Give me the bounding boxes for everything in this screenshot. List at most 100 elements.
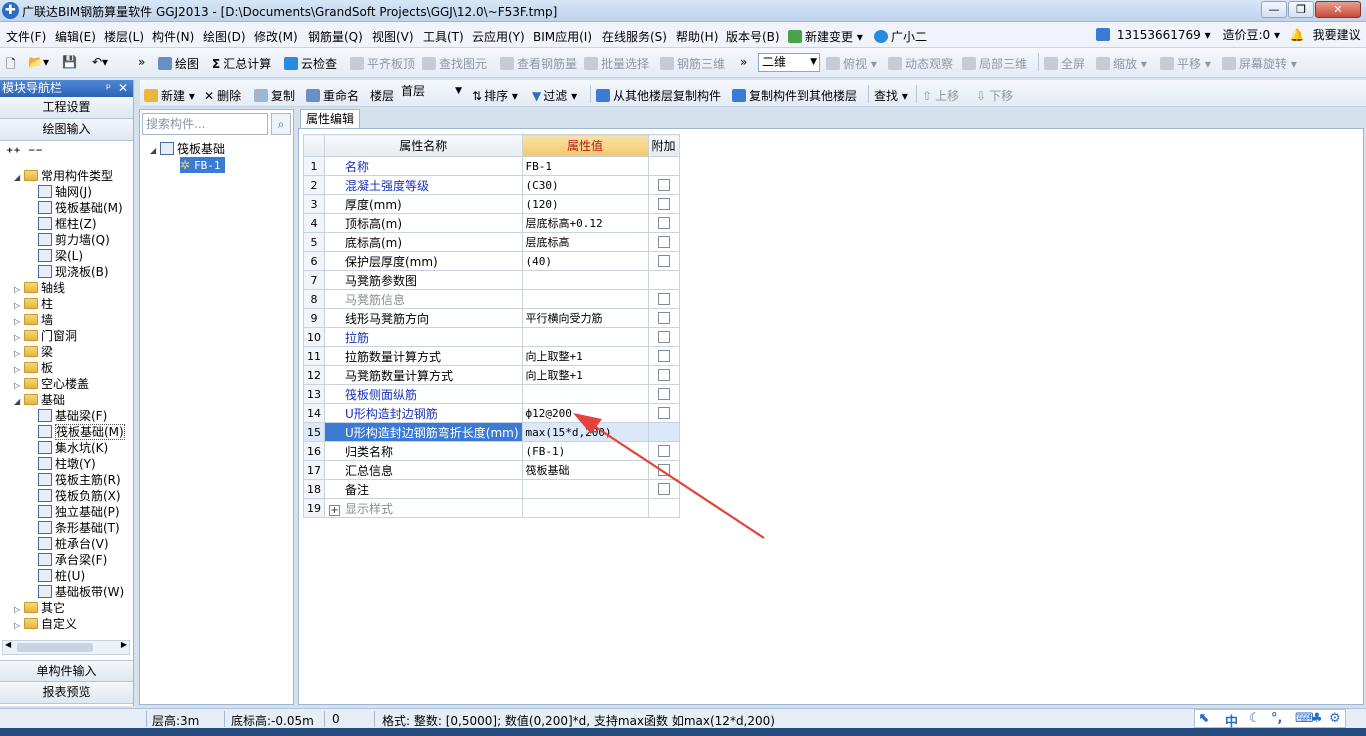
property-row[interactable]: 3 厚度(mm) (120) <box>303 194 680 214</box>
property-row[interactable]: 11 拉筋数量计算方式 向上取整+1 <box>303 346 680 366</box>
property-row[interactable]: 19 + 显示样式 <box>303 498 680 518</box>
menu-bim[interactable]: BIM应用(I) <box>533 28 592 45</box>
tree-folder[interactable]: ▷ 梁 <box>14 344 53 360</box>
account-number[interactable]: 13153661769 <box>1117 28 1201 42</box>
tree-folder[interactable]: ▷ 轴线 <box>14 280 65 296</box>
menu-guangxiaoer[interactable]: 广小二 <box>874 28 927 45</box>
property-value-cell[interactable] <box>521 289 649 309</box>
top-view-button[interactable]: 俯视 ▾ <box>826 55 877 72</box>
tree-item[interactable]: 筏板基础(M) <box>38 424 125 440</box>
expanded-triangle-icon[interactable]: ◢ <box>14 170 24 186</box>
menu-view[interactable]: 视图(V) <box>372 28 414 45</box>
menu-cloud[interactable]: 云应用(Y) <box>472 28 525 45</box>
expanded-triangle-icon[interactable]: ◢ <box>150 143 160 159</box>
extra-checkbox[interactable] <box>657 445 670 457</box>
menu-component[interactable]: 构件(N) <box>152 28 194 45</box>
tree-item[interactable]: 筏板基础(M) <box>38 200 123 216</box>
tree-item[interactable]: 筏板负筋(X) <box>38 488 121 504</box>
cloud-check-button[interactable]: 云检查 <box>284 55 337 72</box>
menu-tools[interactable]: 工具(T) <box>423 28 464 45</box>
property-value-cell[interactable]: 层底标高 <box>521 232 649 252</box>
menu-online[interactable]: 在线服务(S) <box>602 28 667 45</box>
tree-folder[interactable]: ▷ 墙 <box>14 312 53 328</box>
extra-checkbox[interactable] <box>657 198 670 210</box>
view-mode-select[interactable]: 二维 ▼ <box>758 53 820 72</box>
component-item-fb1[interactable]: ✲ FB-1 <box>180 157 225 173</box>
close-button[interactable]: ✕ <box>1315 1 1361 18</box>
extra-checkbox[interactable] <box>657 255 670 267</box>
sort-button[interactable]: ⇅ 排序 ▾ <box>472 87 518 104</box>
component-search-input[interactable]: 搜索构件... <box>142 113 268 135</box>
tree-folder[interactable]: ▷ 柱 <box>14 296 53 312</box>
property-row[interactable]: 10 拉筋 <box>303 327 680 347</box>
draw-button[interactable]: 绘图 <box>158 55 199 72</box>
save-icon[interactable]: 💾 <box>62 55 77 69</box>
property-value-cell[interactable] <box>521 327 649 347</box>
copy-from-floor-button[interactable]: 从其他楼层复制构件 <box>596 87 721 104</box>
property-value-cell[interactable]: (FB-1) <box>521 441 649 461</box>
tree-folder[interactable]: ▷ 门窗洞 <box>14 328 77 344</box>
menu-help[interactable]: 帮助(H) <box>676 28 718 45</box>
new-file-icon[interactable]: 🗋 <box>6 55 16 76</box>
align-top-button[interactable]: 平齐板顶 <box>350 55 415 72</box>
menu-edit[interactable]: 编辑(E) <box>55 28 96 45</box>
extra-checkbox[interactable] <box>657 293 670 305</box>
new-component-button[interactable]: 新建 ▾ <box>144 87 195 104</box>
property-value-cell[interactable]: 向上取整+1 <box>521 346 649 366</box>
property-row[interactable]: 1 名称 FB-1 <box>303 156 680 176</box>
rotate-button[interactable]: 屏幕旋转 ▾ <box>1222 55 1297 72</box>
tree-item[interactable]: 基础板带(W) <box>38 584 124 600</box>
property-row[interactable]: 4 顶标高(m) 层底标高+0.12 <box>303 213 680 233</box>
menu-new-change[interactable]: 新建变更 ▾ <box>788 28 863 45</box>
property-value-cell[interactable]: ф12@200 <box>521 403 649 423</box>
tree-item[interactable]: 框柱(Z) <box>38 216 97 232</box>
property-value-cell[interactable]: max(15*d,200) <box>521 422 649 442</box>
open-file-icon[interactable]: 📂▾ <box>28 55 49 69</box>
tree-item[interactable]: 梁(L) <box>38 248 83 264</box>
component-tree-root[interactable]: ◢ 筏板基础 <box>150 141 225 157</box>
tree-item[interactable]: 筏板主筋(R) <box>38 472 121 488</box>
tree-folder[interactable]: ◢ 基础 <box>14 392 65 408</box>
rebar-3d-button[interactable]: 钢筋三维 <box>660 55 725 72</box>
dynamic-view-button[interactable]: 动态观察 <box>888 55 953 72</box>
expand-all-icon[interactable]: ⁺⁺ <box>6 145 21 161</box>
menu-draw[interactable]: 绘图(D) <box>203 28 246 45</box>
search-icon[interactable]: ⌕ <box>271 113 291 135</box>
property-value-cell[interactable]: FB-1 <box>521 156 649 176</box>
partial-3d-button[interactable]: 局部三维 <box>962 55 1027 72</box>
tree-folder[interactable]: ▷ 其它 <box>14 600 65 616</box>
tree-item[interactable]: 集水坑(K) <box>38 440 108 456</box>
move-up-button[interactable]: ⇧ 上移 <box>922 87 959 104</box>
ime-switch-icon[interactable]: ⬉ <box>1199 711 1210 726</box>
view-rebar-button[interactable]: 查看钢筋量 <box>500 55 577 72</box>
suggest-link[interactable]: 我要建议 <box>1313 28 1361 42</box>
moon-icon[interactable]: ☾ <box>1249 711 1261 726</box>
pan-button[interactable]: 平移 ▾ <box>1160 55 1211 72</box>
property-value-cell[interactable] <box>521 498 649 518</box>
property-row[interactable]: 6 保护层厚度(mm) (40) <box>303 251 680 271</box>
floor-select[interactable]: 首层 ▼ <box>398 83 464 102</box>
pin-icon[interactable]: ᵖ <box>106 80 111 96</box>
menu-floor[interactable]: 楼层(L) <box>104 28 144 45</box>
toolbar-overflow-2-icon[interactable]: » <box>740 55 747 69</box>
undo-icon[interactable]: ↶▾ <box>92 55 108 69</box>
find-button[interactable]: 查找 ▾ <box>874 87 908 104</box>
extra-checkbox[interactable] <box>657 464 670 476</box>
extra-checkbox[interactable] <box>657 312 670 324</box>
project-settings-button[interactable]: 工程设置 <box>0 97 133 119</box>
menu-version[interactable]: 版本号(B) <box>726 28 780 45</box>
property-row[interactable]: 9 线形马凳筋方向 平行横向受力筋 <box>303 308 680 328</box>
tree-item[interactable]: 桩承台(V) <box>38 536 109 552</box>
collapsed-triangle-icon[interactable]: ▷ <box>14 618 24 634</box>
property-row[interactable]: 12 马凳筋数量计算方式 向上取整+1 <box>303 365 680 385</box>
property-value-cell[interactable] <box>521 384 649 404</box>
tree-item[interactable]: 条形基础(T) <box>38 520 120 536</box>
menu-rebar-qty[interactable]: 钢筋量(Q) <box>308 28 363 45</box>
nav-horizontal-scrollbar[interactable]: ◀ ▶ <box>2 640 130 655</box>
property-value-cell[interactable] <box>521 270 649 290</box>
settings-gear-icon[interactable]: ⚙ <box>1329 711 1341 726</box>
scroll-left-icon[interactable]: ◀ <box>5 640 11 649</box>
tree-item[interactable]: 桩(U) <box>38 568 85 584</box>
tree-item[interactable]: 承台梁(F) <box>38 552 107 568</box>
property-row[interactable]: 7 马凳筋参数图 <box>303 270 680 290</box>
